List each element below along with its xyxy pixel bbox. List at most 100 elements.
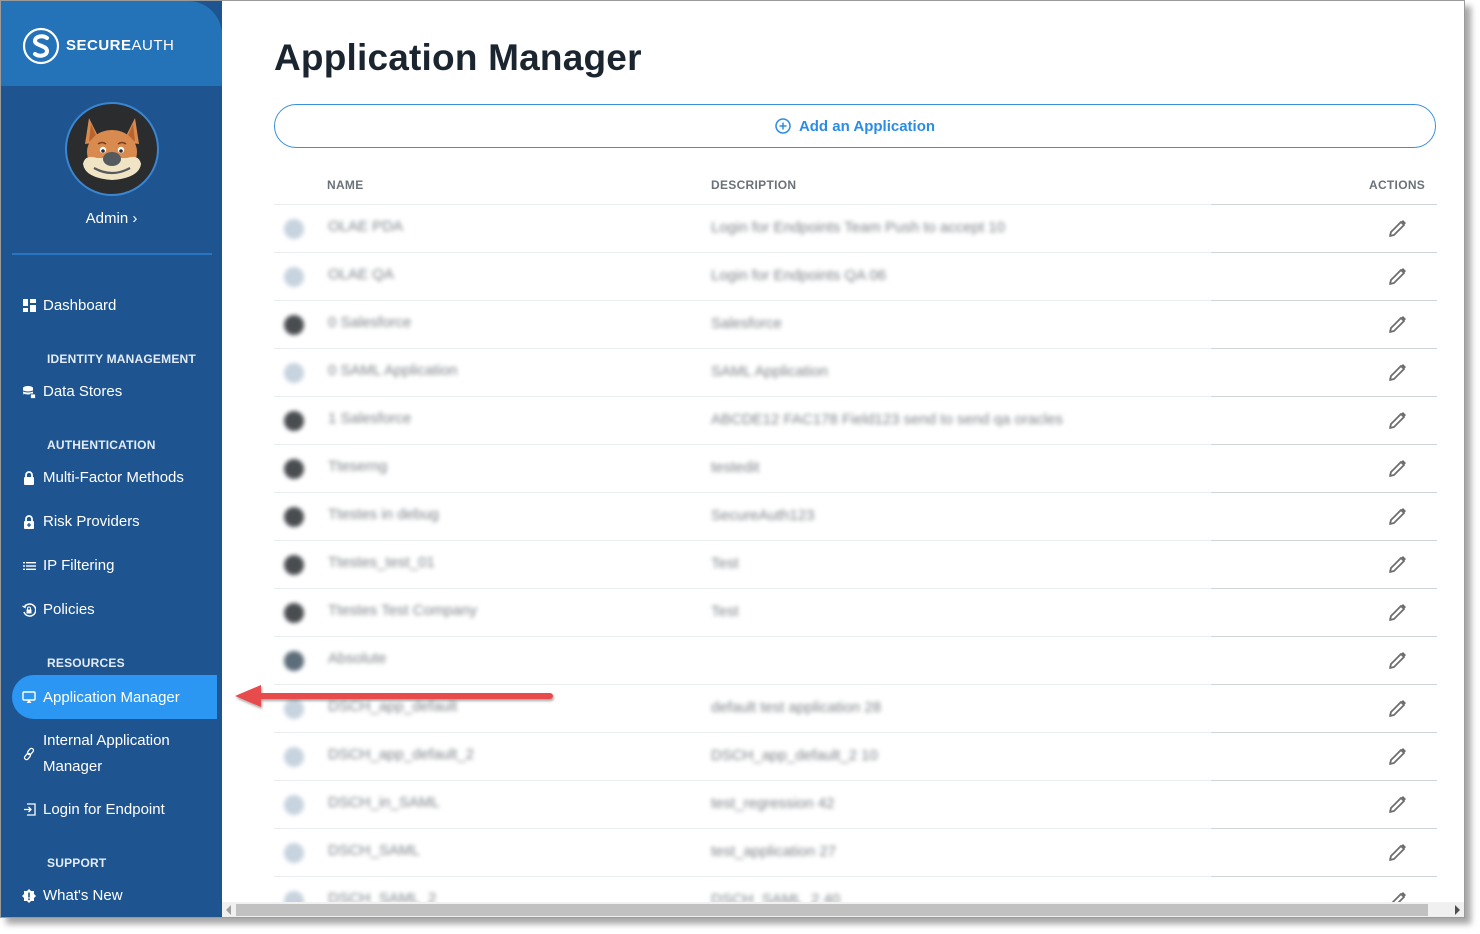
pencil-edit-icon[interactable] (1386, 602, 1408, 624)
pencil-edit-icon[interactable] (1386, 554, 1408, 576)
app-icon (284, 747, 304, 767)
sidebar-item-policies[interactable]: Policies (21, 601, 95, 618)
table-row[interactable]: Tteserng testedit (274, 444, 1437, 492)
pencil-edit-icon[interactable] (1386, 794, 1408, 816)
list-icon (21, 558, 37, 574)
sidebar-item-multi-factor-methods[interactable]: Multi-Factor Methods (21, 469, 184, 486)
row-content-blurred: Ttestes Test Company Test (274, 589, 1211, 635)
pencil-edit-icon[interactable] (1386, 842, 1408, 864)
row-divider (1211, 252, 1437, 253)
sidebar-item-label: Dashboard (43, 297, 117, 314)
app-description: DSCH_app_default_2 10 (711, 747, 878, 764)
sidebar-item-label: IP Filtering (43, 557, 115, 574)
link-icon (21, 746, 37, 762)
app-name[interactable]: 1 Salesforce (328, 410, 411, 427)
row-divider (1211, 540, 1437, 541)
table-row[interactable]: OLAE PDA Login for Endpoints Team Push to… (274, 204, 1437, 252)
app-description: Login for Endpoints QA 06 (711, 267, 887, 284)
pencil-edit-icon[interactable] (1386, 698, 1408, 720)
table-row[interactable]: Ttestes in debug SecureAuth123 (274, 492, 1437, 540)
table-row[interactable]: 1 Salesforce ABCDE12 FAC178 Field123 send… (274, 396, 1437, 444)
app-name[interactable]: Ttestes in debug (328, 506, 439, 523)
row-content-blurred: Tteserng testedit (274, 445, 1211, 491)
app-name[interactable]: OLAE QA (328, 266, 394, 283)
sidebar-item-dashboard[interactable]: Dashboard (21, 297, 116, 314)
pencil-edit-icon[interactable] (1386, 650, 1408, 672)
app-name[interactable]: 0 SAML Application (328, 362, 458, 379)
app-name[interactable]: Ttestes_test_01 (328, 554, 435, 571)
sidebar: SECUREAUTH Admin › Dashboard IDENTITY MA… (1, 1, 222, 917)
pencil-edit-icon[interactable] (1386, 218, 1408, 240)
table-row[interactable]: DSCH_app_default_2 DSCH_app_default_2 10 (274, 732, 1437, 780)
table-row[interactable]: Ttestes Test Company Test (274, 588, 1437, 636)
app-description: Salesforce (711, 315, 782, 332)
row-divider (1211, 348, 1437, 349)
pencil-edit-icon[interactable] (1386, 410, 1408, 432)
table-row[interactable]: DSCH_SAML test_application 27 (274, 828, 1437, 876)
row-divider (1211, 204, 1437, 205)
table-row[interactable]: Absolute (274, 636, 1437, 684)
horizontal-scrollbar[interactable] (222, 902, 1464, 917)
app-description: SAML Application (711, 363, 829, 380)
app-icon (284, 459, 304, 479)
pencil-edit-icon[interactable] (1386, 746, 1408, 768)
app-icon (284, 315, 304, 335)
app-description: Test (711, 555, 739, 572)
sidebar-item-label: Application Manager (43, 688, 180, 706)
sidebar-item-whats-new[interactable]: What's New (21, 887, 123, 904)
scroll-right-arrow-icon[interactable] (1455, 905, 1460, 915)
app-name[interactable]: Tteserng (328, 458, 387, 475)
app-name[interactable]: DSCH_app_default_2 (328, 746, 474, 763)
app-description: SecureAuth123 (711, 507, 815, 524)
app-name[interactable]: Absolute (328, 650, 386, 667)
table-row[interactable]: DSCH_in_SAML test_regression 42 (274, 780, 1437, 828)
row-divider (1211, 588, 1437, 589)
alert-badge-icon (21, 888, 37, 904)
app-name[interactable]: OLAE PDA (328, 218, 403, 235)
app-icon (284, 507, 304, 527)
row-content-blurred: Absolute (274, 637, 1211, 683)
sidebar-divider (12, 253, 212, 255)
pencil-edit-icon[interactable] (1386, 266, 1408, 288)
lock-icon (21, 470, 37, 486)
sidebar-item-label: Policies (43, 601, 95, 618)
sidebar-item-label: Data Stores (43, 383, 123, 400)
row-content-blurred: 0 Salesforce Salesforce (274, 301, 1211, 347)
annotation-arrow-icon (235, 685, 553, 707)
pencil-edit-icon[interactable] (1386, 506, 1408, 528)
app-name[interactable]: Ttestes Test Company (328, 602, 477, 619)
app-name[interactable]: DSCH_SAML (328, 842, 420, 859)
table-row[interactable]: 0 Salesforce Salesforce (274, 300, 1437, 348)
app-name[interactable]: DSCH_in_SAML (328, 794, 440, 811)
app-name[interactable]: 0 Salesforce (328, 314, 411, 331)
sidebar-item-ip-filtering[interactable]: IP Filtering (21, 557, 114, 574)
sidebar-item-login-for-endpoint[interactable]: Login for Endpoint (21, 801, 165, 818)
lock-plus-icon (21, 514, 37, 530)
sidebar-item-application-manager[interactable]: Application Manager (12, 675, 217, 719)
table-row[interactable]: OLAE QA Login for Endpoints QA 06 (274, 252, 1437, 300)
brand-name: SECUREAUTH (66, 37, 175, 54)
add-application-button[interactable]: Add an Application (274, 104, 1436, 148)
row-divider (1211, 444, 1437, 445)
table-row[interactable]: Ttestes_test_01 Test (274, 540, 1437, 588)
pencil-edit-icon[interactable] (1386, 314, 1408, 336)
admin-profile-link[interactable]: Admin › (1, 210, 222, 227)
column-header-description[interactable]: DESCRIPTION (711, 178, 796, 192)
column-header-name[interactable]: NAME (327, 178, 364, 192)
sidebar-item-risk-providers[interactable]: Risk Providers (21, 513, 140, 530)
app-description: ABCDE12 FAC178 Field123 send to send qa … (711, 411, 1063, 428)
dog-avatar-icon[interactable] (65, 102, 159, 196)
table-row[interactable]: 0 SAML Application SAML Application (274, 348, 1437, 396)
row-content-blurred: Ttestes in debug SecureAuth123 (274, 493, 1211, 539)
app-icon (284, 219, 304, 239)
sidebar-item-label: Risk Providers (43, 513, 140, 530)
sidebar-item-data-stores[interactable]: Data Stores (21, 383, 122, 400)
sidebar-item-internal-application-manager[interactable]: Internal Application Manager (21, 728, 211, 780)
plus-circle-icon (775, 118, 791, 134)
scrollbar-thumb[interactable] (236, 904, 1428, 916)
section-authentication: AUTHENTICATION (47, 438, 156, 452)
scroll-left-arrow-icon[interactable] (226, 905, 231, 915)
row-content-blurred: OLAE PDA Login for Endpoints Team Push to… (274, 205, 1211, 251)
pencil-edit-icon[interactable] (1386, 458, 1408, 480)
pencil-edit-icon[interactable] (1386, 362, 1408, 384)
